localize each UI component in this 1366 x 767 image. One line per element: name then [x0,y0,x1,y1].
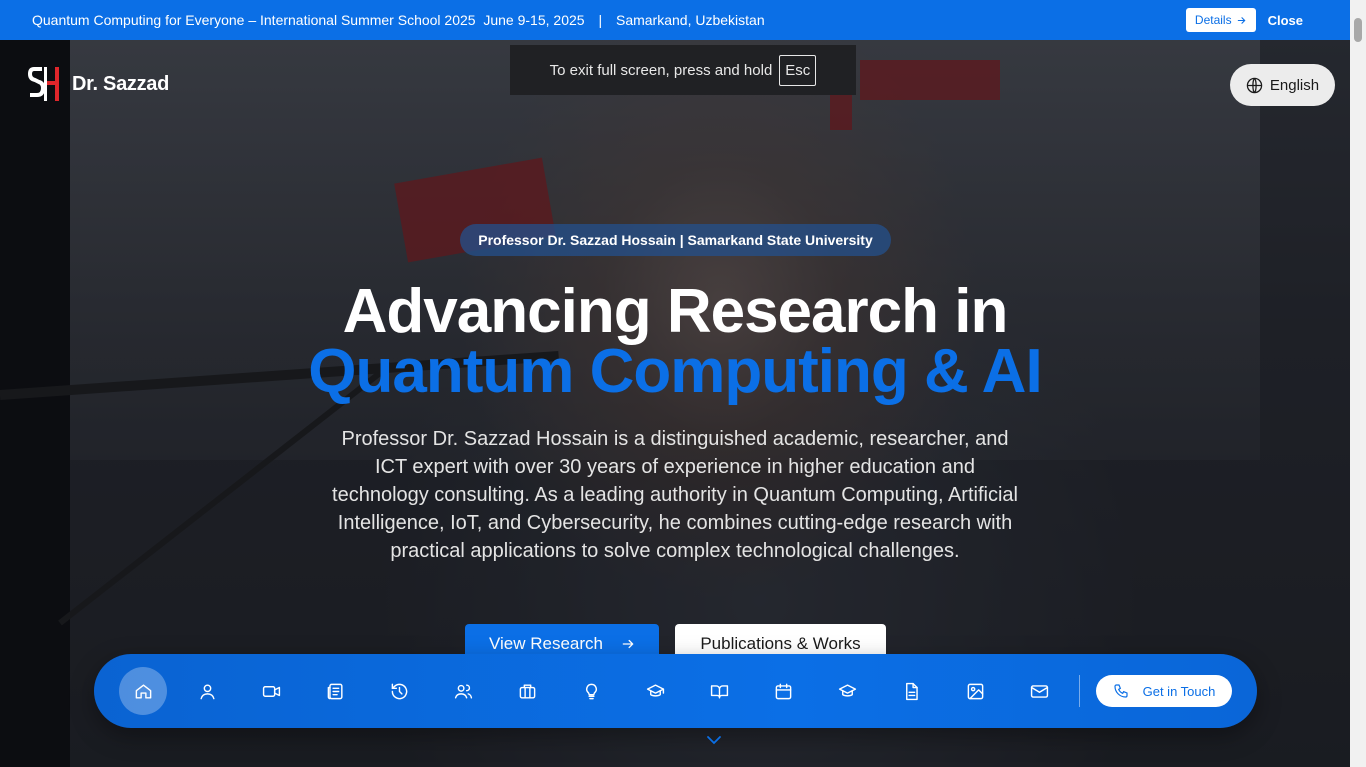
lightbulb-icon [585,683,597,699]
nav-ideas[interactable] [567,667,615,715]
announcement-text: Quantum Computing for Everyone – Interna… [32,12,476,28]
nav-about[interactable] [183,667,231,715]
arrow-right-icon [1237,16,1246,24]
nav-gallery[interactable] [951,667,999,715]
nav-teaching[interactable] [823,667,871,715]
site-logo[interactable]: Dr. Sazzad [27,65,170,103]
language-selector[interactable]: English [1230,64,1335,106]
nav-publications[interactable] [695,667,743,715]
hero-badge: Professor Dr. Sazzad Hossain | Samarkand… [460,224,891,256]
mail-icon [1030,684,1048,698]
phone-icon [1114,684,1128,698]
nav-events[interactable] [759,667,807,715]
announcement-separator: | [598,12,603,28]
newspaper-icon [327,683,343,699]
user-icon [199,683,215,699]
nav-documents[interactable] [887,667,935,715]
announcement-dates: June 9-15, 2025 [483,12,585,28]
details-button[interactable]: Details [1185,8,1256,32]
hero-description: Professor Dr. Sazzad Hossain is a distin… [332,428,1018,562]
sh-logo-icon [27,65,62,103]
home-icon [135,683,151,699]
image-icon [967,683,983,699]
arrow-right-icon [622,639,634,649]
language-label: English [1269,76,1320,94]
calendar-icon [775,683,791,699]
globe-icon [1246,77,1263,93]
graduation-cap-icon [838,683,856,697]
nav-education[interactable] [631,667,679,715]
announcement-location: Samarkand, Uzbekistan [615,12,765,28]
scrollbar-thumb[interactable] [1354,18,1362,42]
dock-divider [1079,675,1080,707]
get-in-touch-button[interactable]: Get in Touch [1096,675,1232,707]
book-open-icon [710,684,728,699]
page-scrollbar[interactable] [1350,0,1366,767]
fullscreen-toast-text: To exit full screen, press and hold [549,61,773,79]
document-icon [905,682,918,700]
history-icon [391,683,407,699]
fullscreen-exit-toast: To exit full screen, press and hold Esc [510,45,856,95]
chevron-down-icon[interactable] [706,734,722,746]
nav-contact[interactable] [1015,667,1063,715]
hero-headline-line2: Quantum Computing & AI [308,337,1042,406]
nav-news[interactable] [311,667,359,715]
nav-history[interactable] [375,667,423,715]
video-icon [262,685,280,697]
users-icon [454,683,472,699]
nav-team[interactable] [439,667,487,715]
briefcase-icon [519,683,535,699]
esc-key-hint: Esc [779,54,817,86]
announcement-bar: Quantum Computing for Everyone – Interna… [0,0,1350,40]
nav-home[interactable] [119,667,167,715]
bottom-nav-dock: Get in Touch [94,654,1257,728]
nav-videos[interactable] [247,667,295,715]
logo-name: Dr. Sazzad [72,72,170,95]
close-announcement-button[interactable]: Close [1268,13,1303,28]
graduation-cap-icon [646,683,664,697]
nav-experience[interactable] [503,667,551,715]
